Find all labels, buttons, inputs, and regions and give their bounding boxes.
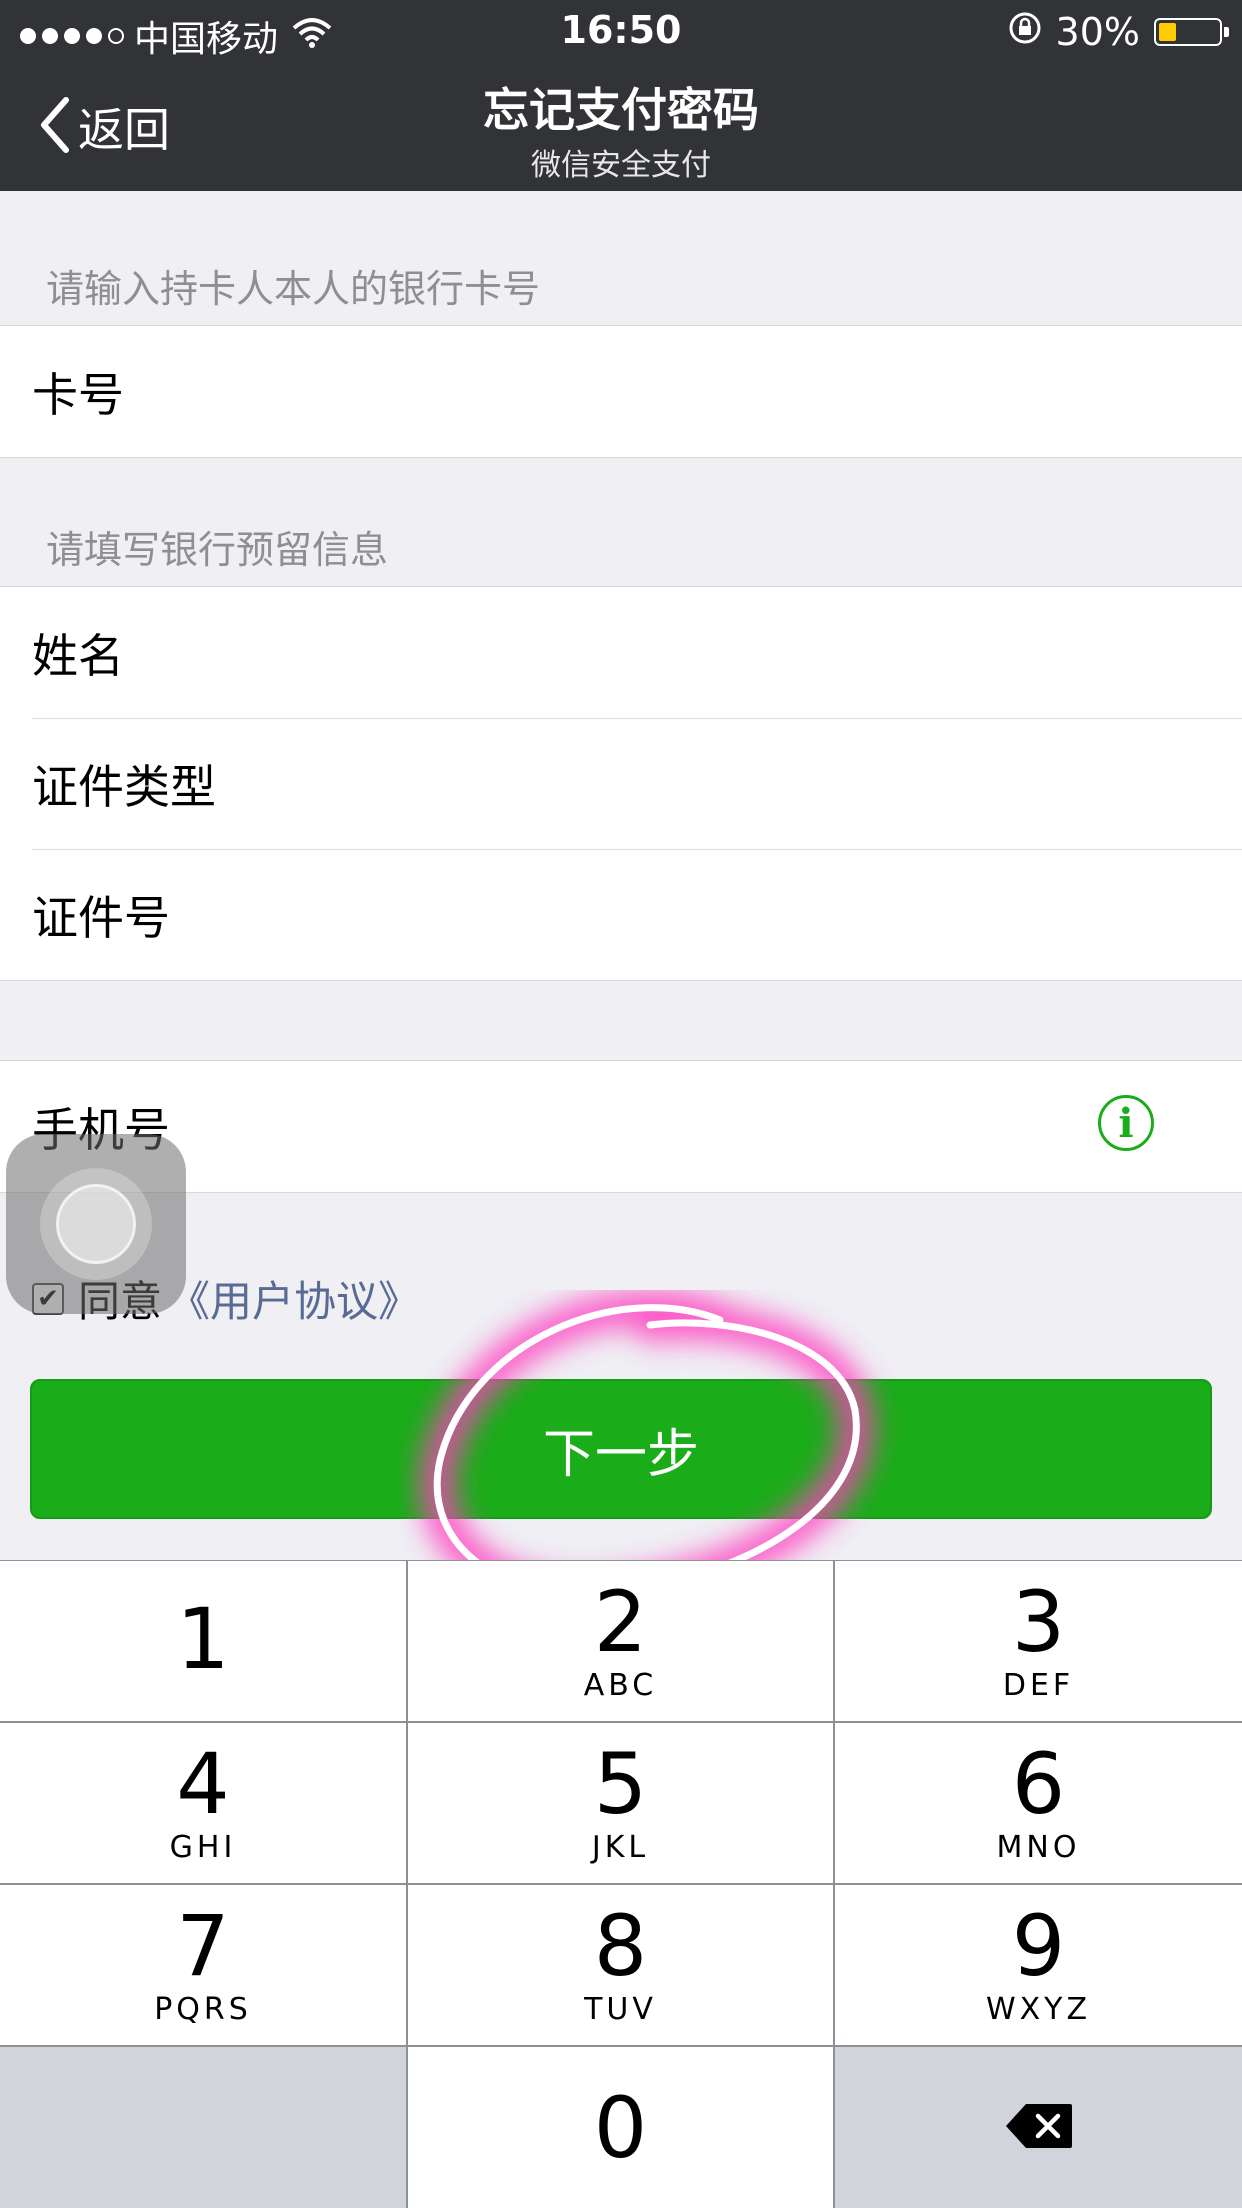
key-blank: [0, 2047, 406, 2208]
status-right: 30%: [1008, 10, 1229, 54]
page-title: 忘记支付密码: [483, 83, 759, 137]
info-icon[interactable]: i: [1098, 1095, 1154, 1151]
page-subtitle: 微信安全支付: [531, 148, 711, 183]
backspace-icon: [1004, 2102, 1074, 2154]
assistive-touch-button[interactable]: [6, 1134, 186, 1314]
key-1[interactable]: 1: [0, 1561, 406, 1721]
id-type-label: 证件类型: [32, 759, 216, 814]
next-step-button[interactable]: 下一步: [30, 1379, 1212, 1519]
orientation-lock-icon: [1008, 10, 1042, 54]
name-label: 姓名: [32, 628, 124, 683]
key-4[interactable]: 4 GHI: [0, 1723, 406, 1883]
delete-key[interactable]: [835, 2047, 1242, 2208]
identity-group: 姓名 证件类型 证件号: [0, 586, 1242, 981]
key-3[interactable]: 3 DEF: [835, 1561, 1242, 1721]
battery-icon: [1154, 18, 1229, 46]
phone-group: 手机号 i: [0, 1060, 1242, 1193]
card-number-row[interactable]: 卡号: [0, 326, 1242, 457]
bank-info-header: 请填写银行预留信息: [46, 528, 389, 572]
card-section-header: 请输入持卡人本人的银行卡号: [46, 267, 541, 311]
name-row[interactable]: 姓名: [0, 587, 1242, 718]
status-bar: 中国移动 16:50 30%: [0, 0, 1242, 62]
key-9[interactable]: 9 WXYZ: [835, 1885, 1242, 2045]
card-number-label: 卡号: [32, 367, 124, 422]
key-5[interactable]: 5 JKL: [408, 1723, 833, 1883]
key-2[interactable]: 2 ABC: [408, 1561, 833, 1721]
user-agreement-link[interactable]: 《用户协议》: [168, 1268, 420, 1329]
key-8[interactable]: 8 TUV: [408, 1885, 833, 2045]
battery-percent: 30%: [1055, 10, 1140, 54]
key-0[interactable]: 0: [408, 2047, 833, 2208]
numeric-keypad: 1 2 ABC 3 DEF 4 GHI 5 JKL 6 MNO 7 PQRS 8…: [0, 1560, 1242, 2208]
phone-row[interactable]: 手机号 i: [0, 1061, 1242, 1192]
card-group: 卡号: [0, 325, 1242, 458]
id-number-label: 证件号: [32, 890, 170, 945]
id-type-row[interactable]: 证件类型: [0, 718, 1242, 849]
key-7[interactable]: 7 PQRS: [0, 1885, 406, 2045]
key-6[interactable]: 6 MNO: [835, 1723, 1242, 1883]
top-bar: 中国移动 16:50 30% 返回 忘记支付密码 微信安全支付: [0, 0, 1242, 191]
id-number-row[interactable]: 证件号: [0, 849, 1242, 980]
